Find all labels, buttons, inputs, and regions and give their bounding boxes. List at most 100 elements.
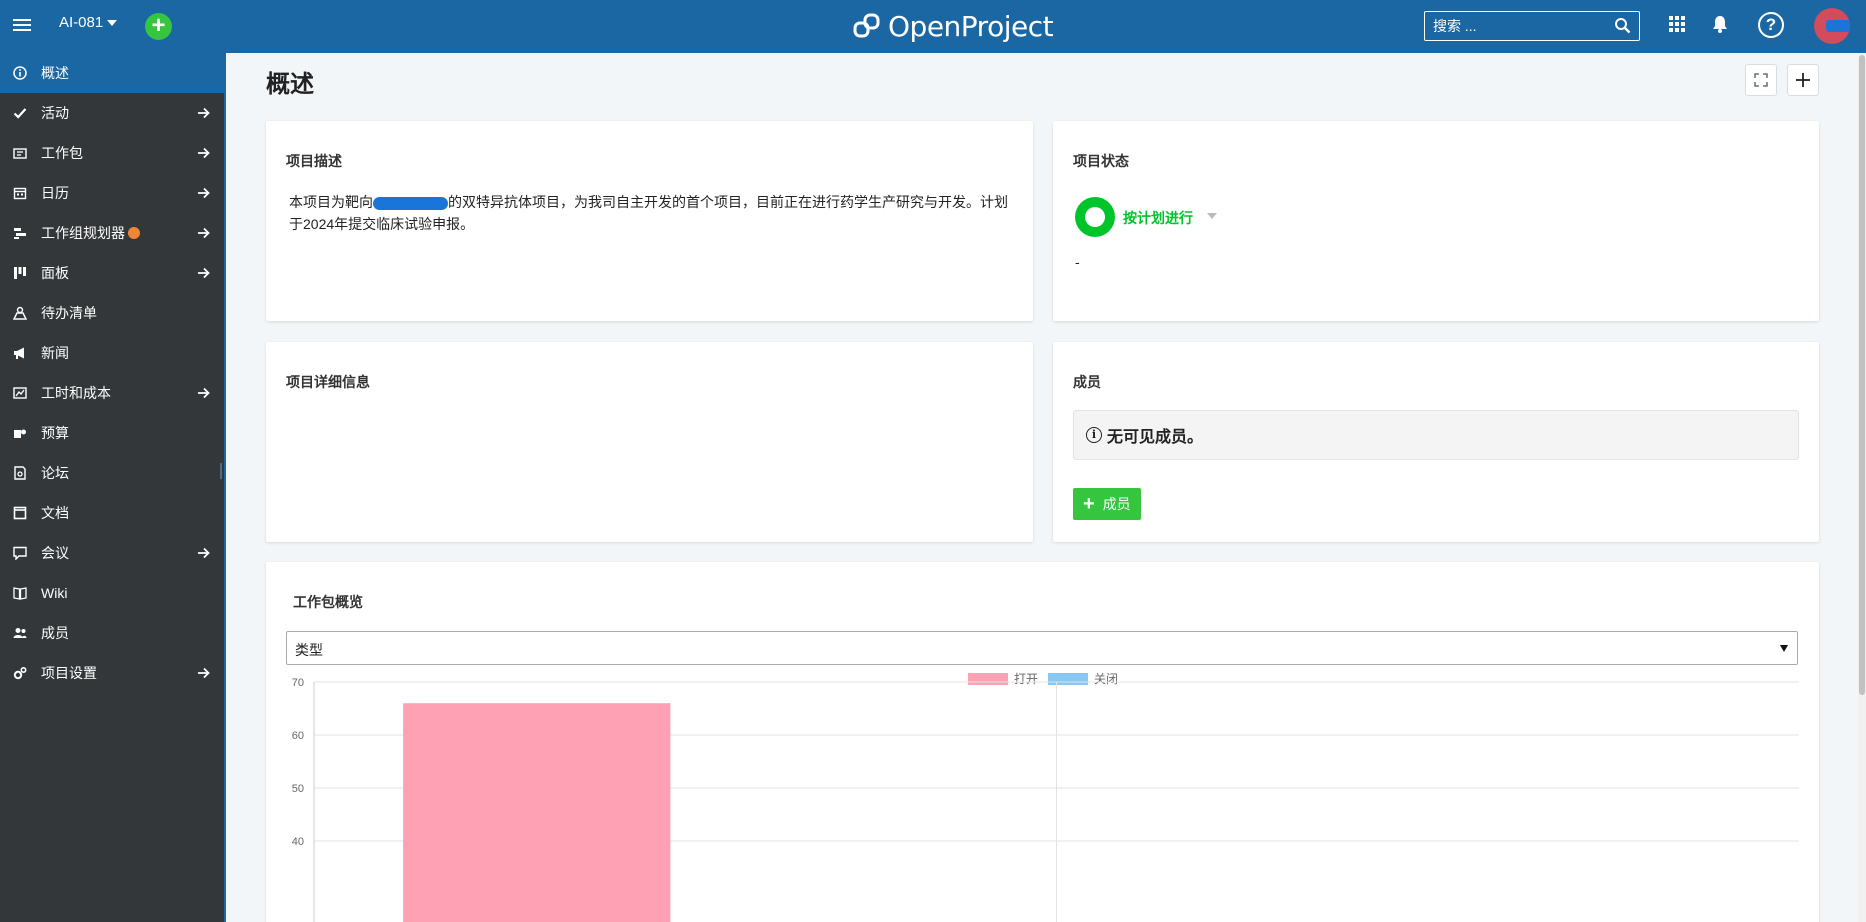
sidebar-item-check[interactable]: 活动 — [0, 93, 224, 133]
arrow-right-icon[interactable] — [197, 266, 210, 282]
sidebar-item-label: 预算 — [41, 425, 69, 441]
legend-label: 关闭 — [1094, 672, 1118, 686]
status-indicator-icon — [1075, 197, 1115, 237]
budget-icon — [12, 425, 28, 441]
sidebar-item-label: 工时和成本 — [41, 385, 111, 401]
legend-swatch — [968, 673, 1008, 685]
sidebar-item-budget[interactable]: 预算 — [0, 413, 224, 453]
sidebar-item-label: 面板 — [41, 265, 69, 281]
team-planner-icon — [12, 225, 28, 241]
openproject-logo[interactable]: OpenProject — [852, 8, 1054, 44]
modules-grid-icon[interactable] — [1669, 16, 1685, 32]
check-icon — [12, 105, 28, 121]
search-icon[interactable] — [1614, 17, 1631, 34]
chevron-down-icon — [1780, 645, 1788, 652]
menu-toggle-icon[interactable] — [13, 16, 31, 36]
notice-text: 无可见成员。 — [1107, 429, 1204, 446]
members-icon — [12, 625, 28, 641]
expand-icon — [1754, 73, 1768, 87]
sidebar-item-work-packages[interactable]: 工作包 — [0, 133, 224, 173]
project-name: AI-081 — [59, 14, 104, 31]
work-package-overview-widget: 工作包概览 类型 打开关闭4050607066 — [266, 562, 1819, 922]
group-by-select[interactable]: 类型 — [286, 631, 1798, 665]
sidebar-item-info[interactable]: 概述 — [0, 53, 224, 93]
project-switcher[interactable]: AI-081 — [59, 14, 118, 31]
info-icon — [12, 65, 28, 81]
search-input[interactable] — [1425, 12, 1605, 40]
sidebar-item-label: 概述 — [41, 65, 69, 81]
scrollbar-thumb[interactable] — [1859, 55, 1865, 695]
plus-icon — [1796, 73, 1810, 87]
sidebar-item-label: 工作包 — [41, 145, 83, 161]
quick-add-button[interactable]: + — [145, 13, 172, 40]
arrow-right-icon[interactable] — [197, 106, 210, 122]
page-scrollbar[interactable] — [1858, 53, 1866, 922]
legend-swatch — [1048, 673, 1088, 685]
bar-open — [403, 703, 671, 922]
sidebar-item-label: Wiki — [41, 585, 68, 601]
page-title: 概述 — [266, 71, 314, 98]
user-avatar[interactable] — [1814, 8, 1850, 44]
sidebar-item-boards[interactable]: 面板 — [0, 253, 224, 293]
top-header: AI-081 + OpenProject ? — [0, 0, 1866, 53]
arrow-right-icon[interactable] — [197, 386, 210, 402]
plus-icon: + — [1083, 493, 1095, 515]
sidebar-item-settings[interactable]: 项目设置 — [0, 653, 224, 693]
sidebar-item-forum[interactable]: 论坛 — [0, 453, 224, 493]
sidebar-item-label: 项目设置 — [41, 665, 97, 681]
sidebar-item-label: 文档 — [41, 505, 69, 521]
notifications-bell-icon[interactable] — [1712, 15, 1728, 33]
sidebar-item-document[interactable]: 文档 — [0, 493, 224, 533]
y-tick-label: 60 — [292, 730, 304, 742]
add-widget-button[interactable] — [1787, 64, 1819, 96]
wiki-icon — [12, 585, 28, 601]
sidebar-menu: 概述活动工作包日历工作组规划器 面板待办清单新闻工时和成本预算论坛文档会议 Wiki… — [0, 53, 224, 693]
sidebar-item-backlogs[interactable]: 待办清单 — [0, 293, 224, 333]
sidebar-item-label: 会议 — [41, 545, 69, 561]
arrow-right-icon[interactable] — [197, 186, 210, 202]
sidebar-item-calendar[interactable]: 日历 — [0, 173, 224, 213]
legend-label: 打开 — [1014, 672, 1038, 686]
sidebar-item-label: 工作组规划器 — [41, 225, 125, 241]
widget-title: 成员 — [1073, 374, 1101, 390]
megaphone-icon — [12, 345, 28, 361]
sidebar-item-cost-reports[interactable]: 工时和成本 — [0, 373, 224, 413]
status-dropdown-caret-icon[interactable] — [1207, 213, 1217, 219]
work-packages-icon — [12, 145, 28, 161]
sidebar-item-meetings[interactable]: 会议 — [0, 533, 224, 573]
sidebar-item-label: 日历 — [41, 185, 69, 201]
sidebar-item-megaphone[interactable]: 新闻 — [0, 333, 224, 373]
beta-badge-icon — [128, 227, 140, 239]
status-label[interactable]: 按计划进行 — [1123, 208, 1193, 228]
add-member-label: 成员 — [1102, 496, 1131, 512]
document-icon — [12, 505, 28, 521]
add-member-button[interactable]: + 成员 — [1073, 488, 1141, 520]
widget-title: 项目详细信息 — [286, 374, 370, 390]
sidebar-item-team-planner[interactable]: 工作组规划器 — [0, 213, 224, 253]
sidebar-item-label: 活动 — [41, 105, 69, 121]
logo-mark-icon — [853, 13, 880, 38]
work-package-chart: 打开关闭4050607066 — [292, 672, 1799, 922]
sidebar-item-members[interactable]: 成员 — [0, 613, 224, 653]
sidebar-item-wiki[interactable]: Wiki — [0, 573, 224, 613]
no-members-notice: i 无可见成员。 — [1073, 410, 1799, 460]
global-search[interactable] — [1424, 11, 1640, 41]
info-icon: i — [1086, 427, 1102, 443]
widget-title: 项目状态 — [1073, 153, 1129, 169]
status-explanation[interactable]: - — [1075, 254, 1080, 270]
help-icon[interactable]: ? — [1758, 12, 1784, 38]
forum-icon — [12, 465, 28, 481]
cost-reports-icon — [12, 385, 28, 401]
project-description-text: 本项目为靶向 的双特异抗体项目，为我司自主开发的首个项目，目前正在进行药学生产研究… — [289, 194, 1008, 232]
arrow-right-icon[interactable] — [197, 666, 210, 682]
arrow-right-icon[interactable] — [197, 546, 210, 562]
fullscreen-button[interactable] — [1745, 64, 1777, 96]
meetings-icon — [12, 545, 28, 561]
widget-title: 工作包概览 — [293, 594, 363, 610]
backlogs-icon — [12, 305, 28, 321]
sidebar-item-label: 待办清单 — [41, 305, 97, 321]
sidebar-resize-handle[interactable] — [220, 463, 222, 479]
project-status-widget: 项目状态 按计划进行 - — [1053, 121, 1819, 321]
arrow-right-icon[interactable] — [197, 146, 210, 162]
arrow-right-icon[interactable] — [197, 226, 210, 242]
